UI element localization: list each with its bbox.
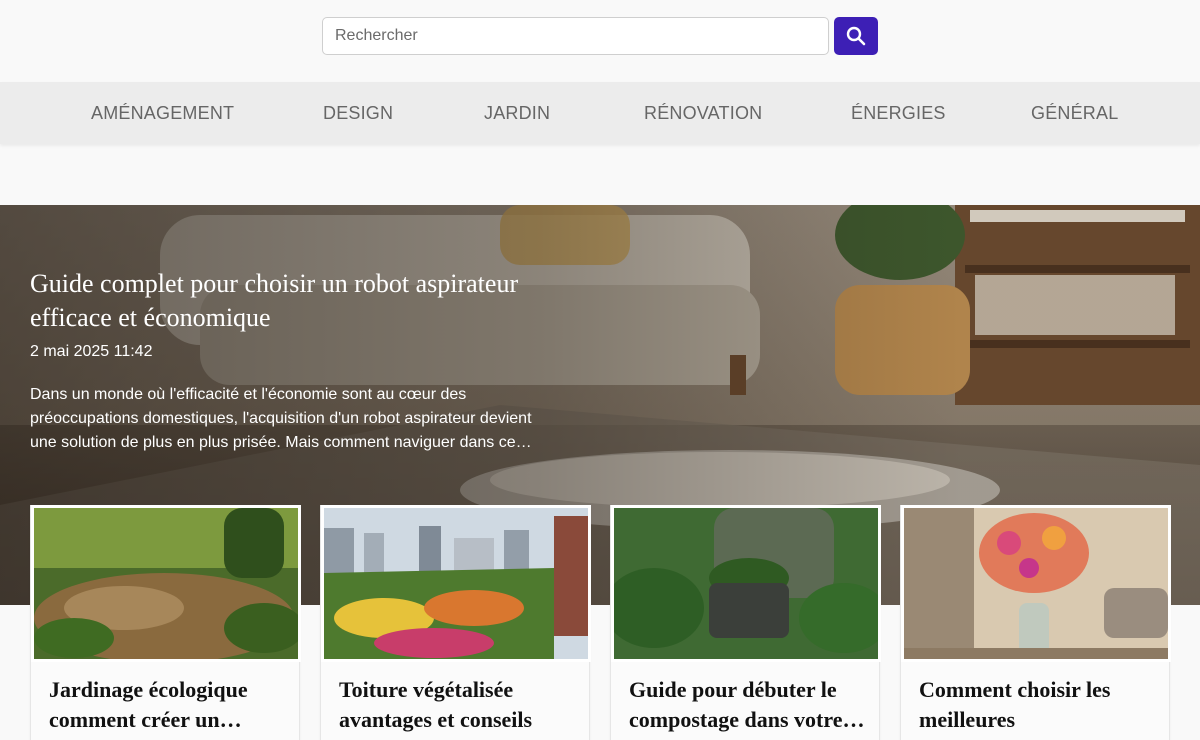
hero-title[interactable]: Guide complet pour choisir un robot aspi… (30, 267, 540, 335)
article-card[interactable]: Guide pour débuter le compostage dans vo… (610, 505, 881, 740)
card-image (611, 505, 881, 662)
hero-excerpt: Dans un monde où l'efficacité et l'écono… (30, 386, 532, 451)
nav-item-amenagement[interactable]: AMÉNAGEMENT (91, 82, 234, 144)
card-title[interactable]: Guide pour débuter le compostage dans vo… (629, 675, 869, 735)
hero-date: 2 mai 2025 11:42 (30, 343, 153, 360)
search-button[interactable] (834, 17, 878, 55)
main-nav: AMÉNAGEMENT DESIGN JARDIN RÉNOVATION ÉNE… (0, 82, 1200, 144)
nav-item-jardin[interactable]: JARDIN (484, 82, 550, 144)
card-title[interactable]: Comment choisir les meilleures compositi… (919, 675, 1159, 740)
article-card[interactable]: Jardinage écologique comment créer un… (30, 505, 301, 740)
article-cards: Jardinage écologique comment créer un… T… (30, 505, 1171, 740)
nav-item-design[interactable]: DESIGN (323, 82, 393, 144)
card-image (31, 505, 301, 662)
card-title[interactable]: Toiture végétalisée avantages et conseil… (339, 675, 579, 740)
search-input[interactable] (322, 17, 829, 55)
card-image (321, 505, 591, 662)
search-icon (846, 26, 866, 46)
search-bar (322, 17, 878, 55)
article-card[interactable]: Toiture végétalisée avantages et conseil… (320, 505, 591, 740)
article-card[interactable]: Comment choisir les meilleures compositi… (900, 505, 1171, 740)
nav-item-energies[interactable]: ÉNERGIES (851, 82, 946, 144)
card-title[interactable]: Jardinage écologique comment créer un… (49, 675, 289, 735)
nav-item-renovation[interactable]: RÉNOVATION (644, 82, 762, 144)
card-image (901, 505, 1171, 662)
nav-item-general[interactable]: GÉNÉRAL (1031, 82, 1118, 144)
